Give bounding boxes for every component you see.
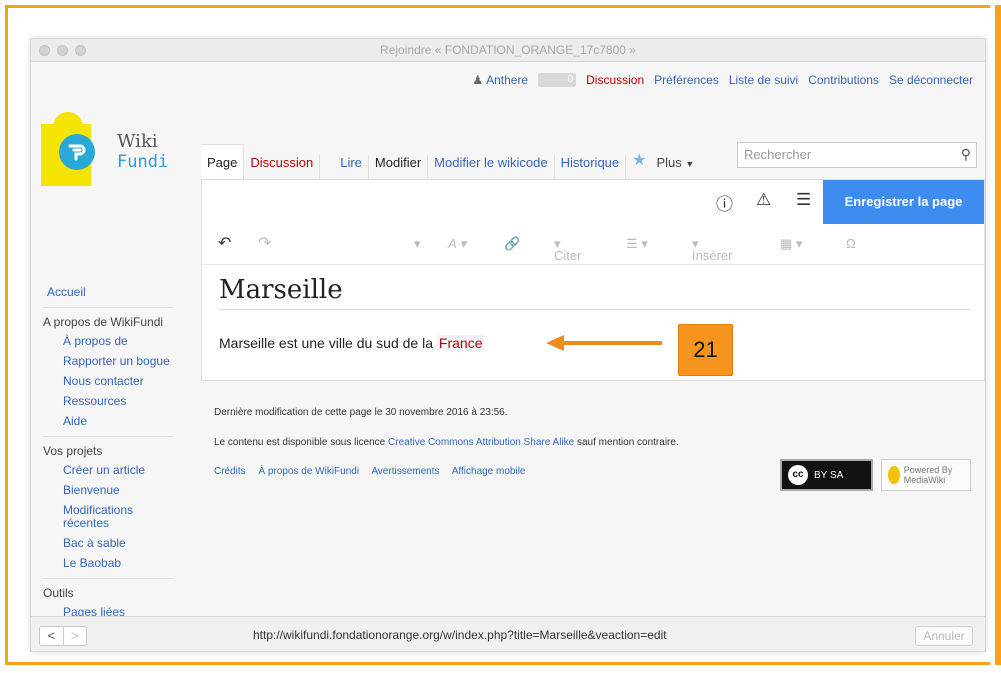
nav-buttons: < > (39, 626, 87, 646)
sidebar-section-about: A propos de WikiFundi (43, 315, 164, 329)
license-link[interactable]: Creative Commons Attribution Share Alike (388, 437, 574, 448)
back-button[interactable]: < (40, 627, 64, 645)
table-icon[interactable]: ▦ ▾ (780, 236, 802, 252)
watch-star-icon[interactable]: ★ (626, 150, 652, 180)
logo-emblem-icon (59, 134, 95, 170)
sidebar-item-resources[interactable]: Ressources (43, 395, 203, 408)
cancel-button[interactable]: Annuler (915, 626, 973, 646)
chevron-down-icon: ▼ (685, 159, 695, 169)
logo-text-wiki: Wiki (117, 131, 158, 152)
article-content[interactable]: Marseille est une ville du sud de la Fra… (219, 335, 485, 351)
preferences-link[interactable]: Préférences (654, 73, 719, 87)
user-icon: ♟ (472, 73, 484, 87)
page-title[interactable]: Marseille (219, 275, 971, 310)
sidebar-item-help[interactable]: Aide (43, 415, 203, 428)
paragraph-dropdown-chevron-icon[interactable]: ▾ (414, 236, 421, 252)
browser-window: Rejoindre « FONDATION_ORANGE_17c7800 » ♟… (30, 38, 986, 652)
cc-icon: cc (788, 465, 808, 485)
sidebar-item-about[interactable]: À propos de (43, 335, 203, 348)
watchlist-link[interactable]: Liste de suivi (729, 73, 798, 87)
annotation-step-badge: 21 (678, 324, 733, 376)
notifications-badge[interactable]: 0 (538, 73, 577, 87)
menu-icon[interactable]: ☰ (796, 190, 811, 210)
sidebar-item-home[interactable]: Accueil (43, 286, 203, 299)
sidebar-item-baobab[interactable]: Le Baobab (43, 557, 203, 570)
sidebar-item-welcome[interactable]: Bienvenue (43, 484, 203, 497)
sidebar-divider (43, 436, 173, 437)
user-discussion-link[interactable]: Discussion (586, 73, 644, 87)
editor-top-toolbar: ⓘ ⚠ ☰ Enregistrer la page (202, 180, 984, 224)
orange-border-right (995, 5, 1001, 665)
page-url: http://wikifundi.fondationorange.org/w/i… (253, 628, 667, 642)
powered-by-mediawiki-badge[interactable]: Powered By MediaWiki (881, 459, 971, 491)
undo-icon[interactable]: ↶ (218, 233, 231, 253)
save-page-button[interactable]: Enregistrer la page (823, 180, 984, 224)
sidebar-section-projects: Vos projets (43, 444, 103, 458)
footer-link-credits[interactable]: Crédits (214, 466, 246, 477)
text-style-icon[interactable]: A ▾ (448, 236, 466, 252)
annotation-arrow-shaft (562, 341, 662, 345)
sidebar: Accueil A propos de WikiFundi À propos d… (43, 286, 203, 626)
tab-page[interactable]: Page (201, 144, 245, 180)
france-link[interactable]: France (436, 335, 485, 351)
wikifundi-logo[interactable]: Wiki Fundi (41, 104, 168, 204)
insert-menu[interactable]: Insérer ▾ (692, 236, 732, 263)
footer-link-about[interactable]: À propos de WikiFundi (258, 466, 359, 477)
list-icon[interactable]: ☰ ▾ (626, 236, 648, 252)
window-title: Rejoindre « FONDATION_ORANGE_17c7800 » (380, 43, 636, 57)
special-character-icon[interactable]: Ω (846, 236, 856, 251)
footer-link-mobile[interactable]: Affichage mobile (452, 466, 526, 477)
sidebar-item-create-article[interactable]: Créer un article (43, 464, 203, 477)
editor-format-toolbar: ↶ ↷ ▾ A ▾ 🔗 Citer ▾ ☰ ▾ Insérer ▾ ▦ ▾ Ω (202, 224, 984, 265)
page-tabs: Page Discussion Lire Modifier Modifier l… (201, 142, 985, 180)
cc-by-sa-badge[interactable]: cc BY SA (780, 459, 873, 491)
cite-menu[interactable]: Citer ▾ (554, 236, 581, 263)
tab-edit[interactable]: Modifier (369, 155, 429, 180)
sidebar-item-sandbox[interactable]: Bac à sable (43, 537, 203, 550)
license-text: Le contenu est disponible sous licence C… (214, 437, 679, 448)
user-link[interactable]: ♟ Anthere (472, 73, 528, 87)
personal-tools: ♟ Anthere 0 Discussion Préférences Liste… (472, 73, 973, 87)
status-bar: < > http://wikifundi.fondationorange.org… (31, 616, 985, 651)
sidebar-item-report-bug[interactable]: Rapporter un bogue (43, 355, 203, 368)
warning-icon[interactable]: ⚠ (756, 190, 771, 210)
footer-links: Crédits À propos de WikiFundi Avertissem… (214, 466, 535, 477)
search-input[interactable]: Rechercher ⚲ (737, 142, 977, 168)
search-icon[interactable]: ⚲ (961, 146, 971, 163)
contributions-link[interactable]: Contributions (808, 73, 879, 87)
more-menu[interactable]: Plus ▼ (652, 155, 702, 180)
sidebar-divider (43, 578, 173, 579)
logo-text-fundi: Fundi (117, 152, 169, 172)
sidebar-item-recent-changes[interactable]: Modifications récentes (43, 504, 143, 530)
logout-link[interactable]: Se déconnecter (889, 73, 973, 87)
mediawiki-flower-icon (888, 466, 900, 484)
sidebar-section-tools: Outils (43, 586, 74, 600)
tab-history[interactable]: Historique (555, 155, 627, 180)
wiki-page: ♟ Anthere 0 Discussion Préférences Liste… (31, 62, 985, 619)
sidebar-item-contact[interactable]: Nous contacter (43, 375, 203, 388)
visual-editor: ⓘ ⚠ ☰ Enregistrer la page ↶ ↷ ▾ A ▾ 🔗 Ci… (201, 179, 985, 381)
help-icon[interactable]: ⓘ (716, 190, 733, 215)
redo-icon[interactable]: ↷ (258, 233, 271, 253)
forward-button[interactable]: > (64, 627, 87, 645)
link-icon[interactable]: 🔗 (504, 236, 520, 252)
tab-edit-source[interactable]: Modifier le wikicode (428, 155, 555, 180)
last-modified-text: Dernière modification de cette page le 3… (214, 407, 508, 418)
footer-link-disclaimers[interactable]: Avertissements (371, 466, 439, 477)
tab-discussion[interactable]: Discussion (244, 155, 321, 180)
title-bar: Rejoindre « FONDATION_ORANGE_17c7800 » (31, 39, 985, 62)
tab-read[interactable]: Lire (334, 155, 369, 180)
sidebar-divider (43, 307, 173, 308)
